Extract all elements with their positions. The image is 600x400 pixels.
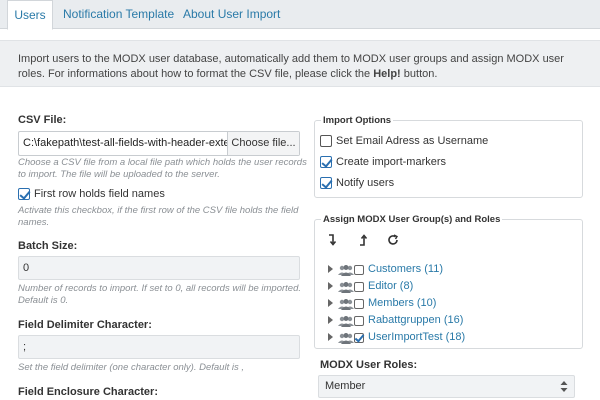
select-arrows-icon [560,381,568,392]
user-roles-selected: Member [325,380,366,392]
help-link-text: Help! [373,68,401,80]
tab-about-user-import[interactable]: About User Import [183,0,280,29]
tab-users[interactable]: Users [7,0,53,30]
batch-size-help: Number of records to import. If set to 0… [18,283,301,306]
import-options-legend: Import Options [321,115,394,126]
tree-label-userimporttest[interactable]: UserImportTest (18) [368,331,465,343]
batch-size-input[interactable]: 0 [18,256,300,280]
tree-label-members[interactable]: Members (10) [368,297,436,309]
expand-arrow-icon[interactable] [328,282,333,290]
tree-checkbox-editor[interactable] [354,282,364,292]
group-icon [338,282,354,293]
first-row-help: Activate this checkbox, if the first row… [18,205,299,228]
tree-label-rabattgruppen[interactable]: Rabattgruppen (16) [368,314,463,326]
collapse-all-icon[interactable] [358,234,368,246]
notify-users-label: Notify users [336,177,395,189]
expand-arrow-icon[interactable] [328,265,333,273]
tab-bar: Users Notification Template About User I… [0,0,600,30]
csv-file-input[interactable]: C:\fakepath\test-all-fields-with-header-… [18,131,300,156]
tree-label-customers[interactable]: Customers (11) [368,263,443,275]
delimiter-label: Field Delimiter Character: [18,319,152,331]
csv-file-path[interactable]: C:\fakepath\test-all-fields-with-header-… [23,132,243,155]
notify-users-checkbox[interactable] [320,177,332,189]
choose-file-button[interactable]: Choose file... [227,132,299,155]
user-roles-label: MODX User Roles: [320,359,418,371]
group-icon [338,316,354,327]
csv-file-label: CSV File: [18,114,67,126]
tree-checkbox-userimporttest[interactable] [354,333,364,343]
group-icon [338,299,354,310]
expand-arrow-icon[interactable] [328,299,333,307]
delimiter-input[interactable]: ; [18,335,300,359]
enclosure-label: Field Enclosure Character: [18,386,158,398]
user-groups-legend: Assign MODX User Group(s) and Roles [321,214,503,225]
batch-size-label: Batch Size: [18,240,78,252]
first-row-checkbox[interactable] [18,188,30,200]
delimiter-help: Set the field delimiter (one character o… [18,362,244,373]
user-roles-select[interactable]: Member [318,375,575,398]
refresh-icon[interactable] [387,234,399,246]
description-text: Import users to the MODX user database, … [18,53,564,80]
import-markers-label: Create import-markers [336,156,447,168]
group-icon [338,333,354,344]
import-markers-checkbox[interactable] [320,156,332,168]
first-row-label: First row holds field names [34,188,165,200]
tree-checkbox-members[interactable] [354,299,364,309]
expand-arrow-icon[interactable] [328,316,333,324]
csv-file-help: Choose a CSV file from a local file path… [18,157,307,180]
group-icon [338,265,354,276]
expand-arrow-icon[interactable] [328,333,333,341]
email-username-checkbox[interactable] [320,135,332,147]
email-username-label: Set Email Adress as Username [336,135,489,147]
tree-label-editor[interactable]: Editor (8) [368,280,413,292]
description-panel: Import users to the MODX user database, … [0,40,600,87]
tab-notification-template[interactable]: Notification Template [63,0,174,29]
tree-checkbox-rabattgruppen[interactable] [354,316,364,326]
tree-checkbox-customers[interactable] [354,265,364,275]
expand-all-icon[interactable] [327,234,337,246]
